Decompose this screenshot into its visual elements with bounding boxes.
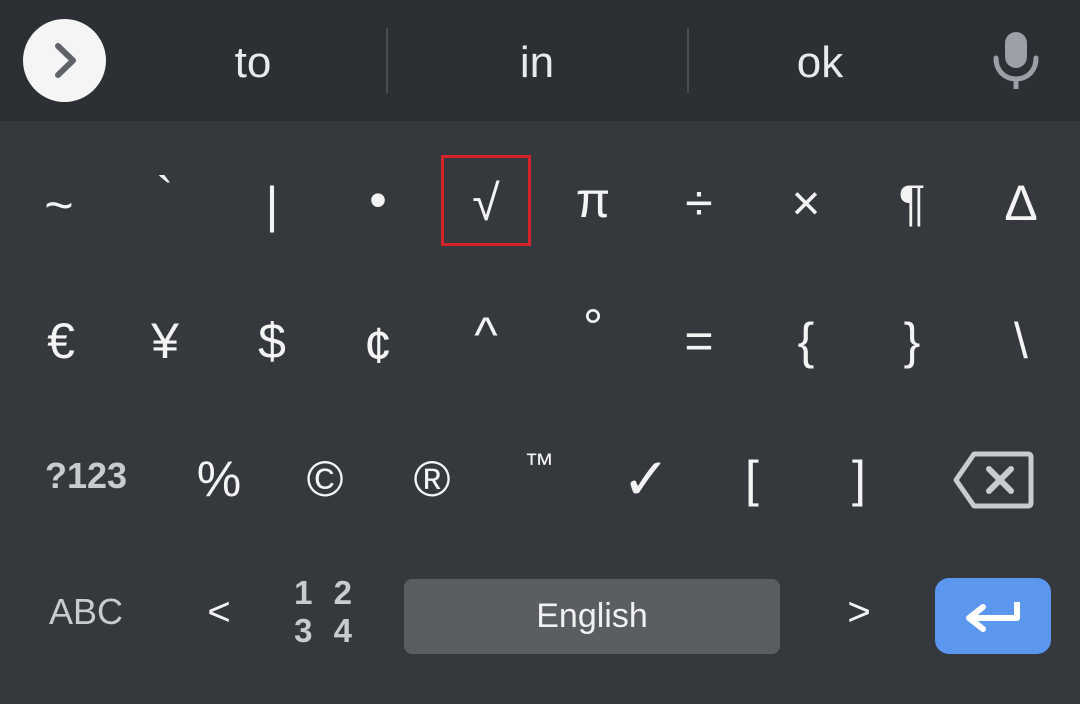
suggestion-3[interactable]: ok (680, 28, 960, 98)
key-percent[interactable]: % (169, 424, 269, 534)
key-pi[interactable]: π (543, 145, 643, 255)
key-divide[interactable]: ÷ (649, 148, 749, 258)
key-left-brace[interactable]: { (756, 286, 856, 396)
key-caret[interactable]: ^ (436, 280, 536, 390)
key-pipe[interactable]: | (222, 150, 322, 260)
key-degree[interactable]: ° (543, 272, 643, 382)
key-cent[interactable]: ¢ (328, 290, 428, 400)
backspace-icon[interactable] (952, 450, 1034, 510)
key-registered[interactable]: ® (382, 424, 482, 534)
key-dollar[interactable]: $ (222, 286, 322, 396)
suggestion-bar: to in ok (0, 0, 1080, 121)
key-left-bracket[interactable]: [ (702, 424, 802, 534)
chevron-right-icon (55, 43, 76, 78)
highlight-box (441, 155, 531, 246)
key-copyright[interactable]: © (275, 424, 375, 534)
enter-arrow-icon (966, 602, 1020, 632)
key-symbols-toggle[interactable]: ?123 (36, 421, 136, 531)
key-trademark[interactable]: ™ (489, 410, 589, 520)
key-equals[interactable]: = (649, 286, 749, 396)
key-pilcrow[interactable]: ¶ (862, 148, 962, 258)
key-delta[interactable]: ∆ (971, 148, 1071, 258)
suggestion-1[interactable]: to (113, 28, 393, 98)
microphone-icon[interactable] (988, 30, 1044, 90)
suggestion-divider (386, 28, 388, 93)
key-tilde[interactable]: ~ (9, 150, 109, 260)
key-yen[interactable]: ¥ (115, 286, 215, 396)
key-multiply[interactable]: × (756, 148, 856, 258)
key-right-brace[interactable]: } (862, 286, 962, 396)
key-euro[interactable]: € (11, 286, 111, 396)
key-backslash[interactable]: \ (971, 286, 1071, 396)
key-abc[interactable]: ABC (36, 557, 136, 667)
key-number-pad[interactable]: 1 2 3 4 (286, 574, 366, 654)
space-bar[interactable]: English (404, 579, 780, 654)
key-checkmark[interactable]: ✓ (596, 424, 696, 534)
suggestion-2[interactable]: in (397, 28, 677, 98)
key-less-than[interactable]: < (169, 557, 269, 667)
key-greater-than[interactable]: > (809, 557, 909, 667)
enter-button[interactable] (935, 578, 1051, 654)
expand-toolbar-button[interactable] (23, 19, 106, 102)
key-right-bracket[interactable]: ] (809, 424, 909, 534)
key-backtick[interactable]: ` (115, 140, 215, 250)
key-bullet[interactable]: • (328, 145, 428, 255)
